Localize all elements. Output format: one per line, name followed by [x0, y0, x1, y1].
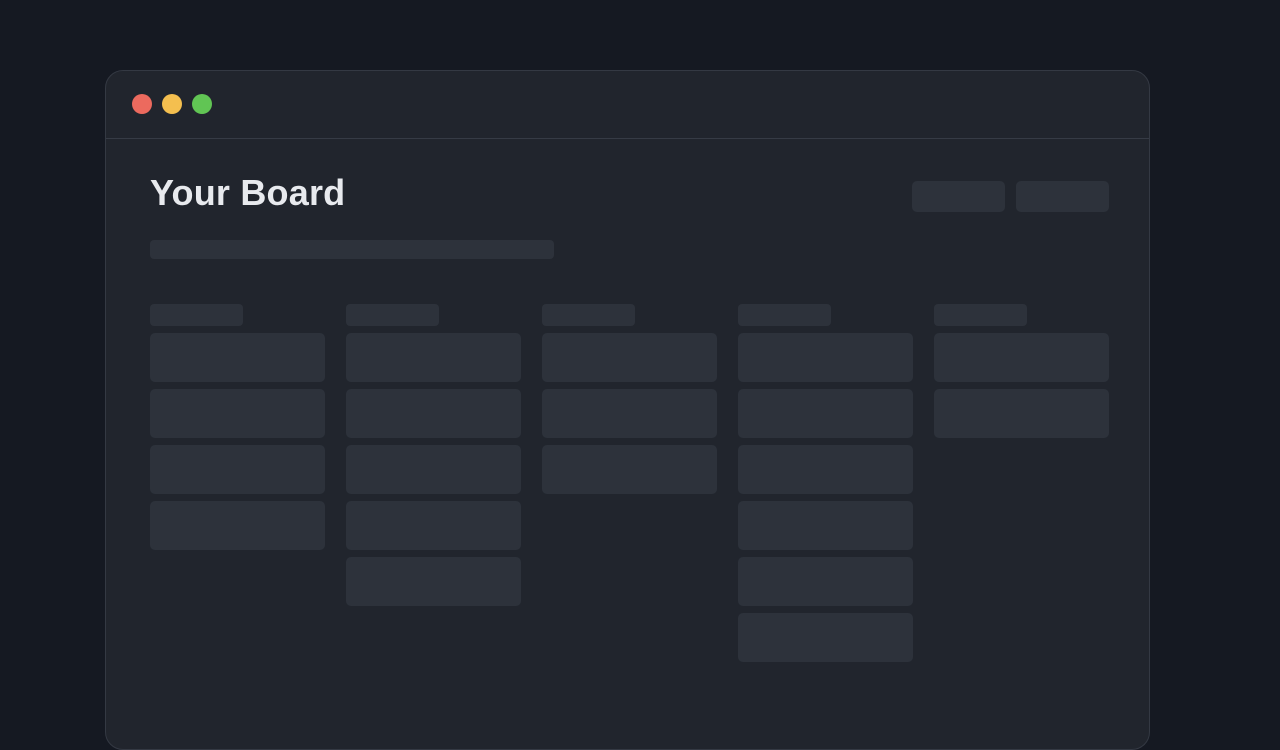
column-header: [542, 304, 635, 326]
board-card[interactable]: [346, 557, 521, 606]
board-card[interactable]: [738, 613, 913, 662]
board-card[interactable]: [738, 389, 913, 438]
board-card[interactable]: [934, 333, 1109, 382]
header-action-button-2[interactable]: [1016, 181, 1109, 212]
board-card[interactable]: [346, 445, 521, 494]
board-card[interactable]: [738, 501, 913, 550]
board-card[interactable]: [738, 333, 913, 382]
board-card[interactable]: [150, 333, 325, 382]
board-card[interactable]: [346, 389, 521, 438]
board-subtitle-placeholder: [150, 240, 554, 259]
column-header: [150, 304, 243, 326]
board-card[interactable]: [934, 389, 1109, 438]
page-title: Your Board: [150, 172, 346, 213]
board-card[interactable]: [150, 501, 325, 550]
board-card[interactable]: [738, 557, 913, 606]
board-column: [934, 304, 1109, 445]
board-card[interactable]: [738, 445, 913, 494]
column-header: [346, 304, 439, 326]
board-column: [738, 304, 913, 669]
board-column: [542, 304, 717, 501]
app-window: Your Board: [105, 70, 1150, 750]
column-header: [934, 304, 1027, 326]
minimize-window-button[interactable]: [162, 94, 182, 114]
board-card[interactable]: [150, 445, 325, 494]
board-column: [150, 304, 325, 557]
board-card[interactable]: [346, 333, 521, 382]
header-action-button-1[interactable]: [912, 181, 1005, 212]
board-card[interactable]: [150, 389, 325, 438]
title-bar: [106, 71, 1149, 139]
close-window-button[interactable]: [132, 94, 152, 114]
board-card[interactable]: [542, 445, 717, 494]
board-card[interactable]: [346, 501, 521, 550]
board-column: [346, 304, 521, 613]
column-header: [738, 304, 831, 326]
zoom-window-button[interactable]: [192, 94, 212, 114]
board-card[interactable]: [542, 333, 717, 382]
board-card[interactable]: [542, 389, 717, 438]
